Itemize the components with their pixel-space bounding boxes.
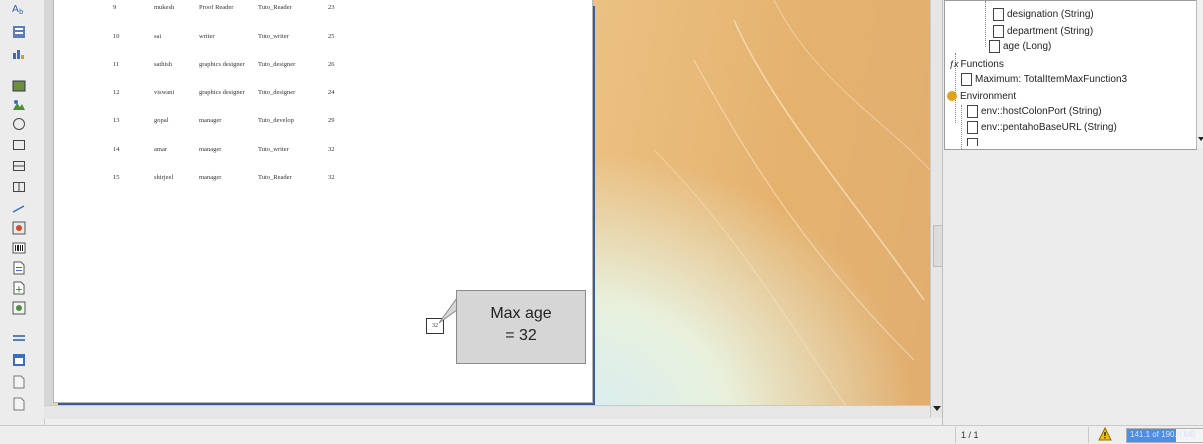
tree-node-environment[interactable]: Environment [947, 90, 1016, 104]
table-icon[interactable] [12, 352, 26, 366]
tree-env-baseurl[interactable]: env::pentahoBaseURL (String) [967, 121, 1117, 135]
callout-line-1: Max age [490, 305, 552, 322]
svg-text:b: b [19, 8, 24, 15]
max-age-callout: Max age = 32 [456, 290, 586, 364]
document-icon [967, 105, 978, 118]
page-indicator: 1 / 1 [961, 430, 979, 440]
ellipse-icon[interactable] [12, 116, 26, 130]
tree-connector [961, 105, 962, 149]
tree-field-age[interactable]: age (Long) [989, 40, 1051, 54]
tree-scrollbar[interactable] [1196, 0, 1203, 148]
tree-field-designation[interactable]: designation (String) [993, 8, 1094, 22]
image-url-icon[interactable] [12, 97, 26, 111]
document-icon [967, 121, 978, 134]
element-palette: Ab [0, 0, 45, 425]
tree-env-partial [967, 138, 981, 146]
horizontal-band-icon[interactable] [12, 158, 26, 172]
structure-panel: designation (String) department (String)… [942, 0, 1203, 425]
page-icon[interactable] [12, 374, 26, 389]
document-icon [989, 40, 1000, 53]
tree-field-department[interactable]: department (String) [993, 25, 1093, 39]
tree-node-functions[interactable]: ƒx Functions [949, 57, 1004, 71]
tree-function-maximum[interactable]: Maximum: TotalItemMaxFunction3 [961, 73, 1127, 87]
sub-report-icon[interactable] [12, 220, 26, 235]
line-icon[interactable] [12, 200, 26, 214]
report-canvas[interactable]: 9 mukesh Proof Reader Tuto_Reader 23 10 sai wr… [44, 0, 930, 418]
chart-icon[interactable] [12, 46, 26, 60]
warning-icon[interactable] [1098, 427, 1112, 441]
rectangle-icon[interactable] [12, 137, 26, 151]
environment-icon [947, 91, 957, 102]
image-field-icon[interactable] [12, 24, 26, 38]
document-icon [967, 138, 978, 146]
status-bar: 1 / 1 141.1 of 190.0 MB [0, 425, 1203, 444]
memory-usage-label: 141.1 of 190.0 MB [1130, 430, 1196, 439]
horizontal-scrollbar[interactable] [44, 405, 930, 419]
separator-icon[interactable] [12, 330, 26, 344]
svg-text:A: A [12, 4, 19, 15]
document-icon [993, 25, 1004, 38]
function-icon: ƒx [949, 59, 959, 69]
document-icon [993, 8, 1004, 21]
callout-line-2: = 32 [505, 327, 537, 344]
scroll-down-icon[interactable] [1197, 136, 1203, 142]
tree-connector [985, 1, 986, 47]
document-icon [961, 73, 972, 86]
columns-icon[interactable] [12, 179, 26, 193]
document-plus-icon[interactable] [12, 280, 26, 295]
page-blank-icon[interactable] [12, 396, 26, 411]
memory-usage-bar[interactable]: 141.1 of 190.0 MB [1126, 428, 1203, 443]
status-divider [1088, 427, 1089, 443]
document-icon[interactable] [12, 260, 26, 275]
barcode-icon[interactable] [12, 240, 26, 254]
scroll-down-icon[interactable] [932, 405, 942, 413]
tree-env-host[interactable]: env::hostColonPort (String) [967, 105, 1102, 119]
resource-icon[interactable] [12, 300, 26, 315]
status-divider [955, 427, 956, 443]
data-tree[interactable]: designation (String) department (String)… [944, 0, 1197, 150]
text-field-icon[interactable]: Ab [12, 0, 26, 16]
image-icon[interactable] [12, 78, 26, 92]
